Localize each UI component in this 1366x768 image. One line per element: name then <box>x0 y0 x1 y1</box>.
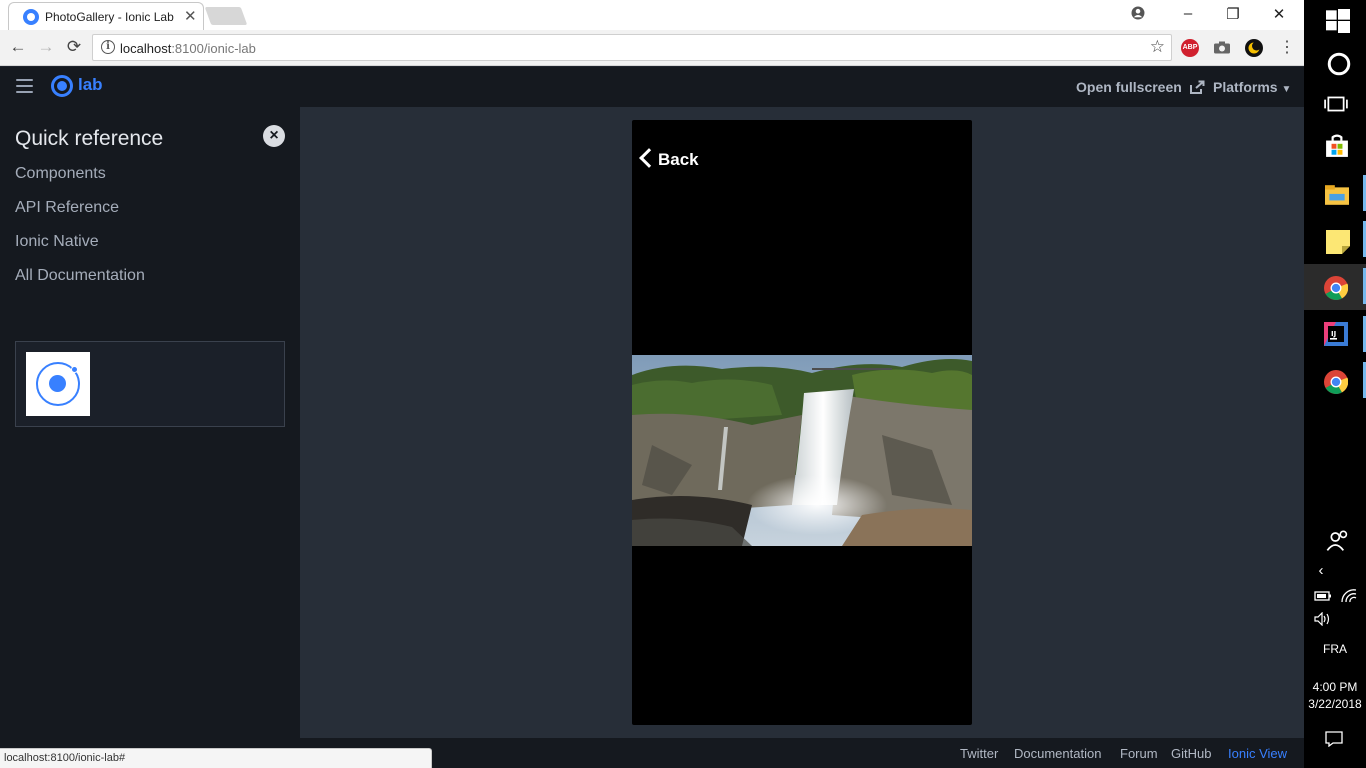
sidebar-link-api-reference[interactable]: API Reference <box>15 199 119 217</box>
status-url: localhost:8100/ionic-lab# <box>4 752 126 764</box>
store-icon[interactable] <box>1325 134 1349 158</box>
back-label: Back <box>658 150 699 169</box>
quick-reference-sidebar: Quick reference × Components API Referen… <box>0 107 300 738</box>
lab-header: lab Open fullscreen Platforms ▼ <box>0 67 1304 107</box>
footer-link-twitter[interactable]: Twitter <box>960 746 998 761</box>
ionic-card-logo <box>26 352 90 416</box>
tab-strip: PhotoGallery - Ionic Lab ✕ – ❐ ✕ <box>0 0 1304 30</box>
adblock-extension-icon[interactable]: ABP <box>1181 39 1199 57</box>
waterfall-image <box>632 355 972 546</box>
file-explorer-icon[interactable] <box>1325 183 1349 207</box>
cortana-icon[interactable] <box>1327 52 1351 76</box>
platforms-dropdown[interactable]: Platforms ▼ <box>1213 79 1291 95</box>
sidebar-title: Quick reference <box>15 127 164 150</box>
sticky-notes-icon[interactable] <box>1326 230 1350 254</box>
footer-link-documentation[interactable]: Documentation <box>1014 746 1101 761</box>
forward-arrow-icon[interactable]: → <box>36 37 56 57</box>
open-fullscreen-link[interactable]: Open fullscreen <box>1076 79 1205 95</box>
input-language[interactable]: FRA <box>1304 642 1366 656</box>
minimize-button[interactable]: – <box>1178 5 1198 22</box>
sidebar-link-ionic-native[interactable]: Ionic Native <box>15 233 99 251</box>
browser-window: PhotoGallery - Ionic Lab ✕ – ❐ ✕ ← → ⟳ i… <box>0 0 1304 768</box>
intellij-icon[interactable]: IJ <box>1324 322 1348 346</box>
site-info-icon[interactable]: i <box>101 40 115 54</box>
address-bar[interactable]: i localhost:8100/ionic-lab ☆ <box>92 34 1172 61</box>
url-path: :8100/ionic-lab <box>171 41 256 56</box>
clock-time[interactable]: 4:00 PM <box>1304 680 1366 694</box>
bookmark-star-icon[interactable]: ☆ <box>1150 37 1165 57</box>
browser-tab[interactable]: PhotoGallery - Ionic Lab ✕ <box>8 2 204 30</box>
battery-icon[interactable] <box>1314 590 1332 602</box>
footer-link-ionic-view[interactable]: Ionic View <box>1228 746 1287 761</box>
sidebar-link-components[interactable]: Components <box>15 165 106 183</box>
task-view-icon[interactable] <box>1324 92 1348 116</box>
reload-icon[interactable]: ⟳ <box>64 37 84 57</box>
profile-icon[interactable] <box>1131 6 1145 20</box>
volume-icon[interactable] <box>1314 612 1332 626</box>
people-icon[interactable] <box>1326 529 1350 553</box>
tab-close-icon[interactable]: ✕ <box>184 7 197 25</box>
lab-logo-text: lab <box>78 75 103 94</box>
windows-start-icon[interactable] <box>1326 9 1350 33</box>
browser-toolbar: ← → ⟳ i localhost:8100/ionic-lab ☆ ABP ⋮ <box>0 30 1304 66</box>
platforms-label: Platforms <box>1213 79 1278 95</box>
clock-date[interactable]: 3/22/2018 <box>1304 697 1366 711</box>
ionic-promo-card[interactable] <box>15 341 285 427</box>
url-text[interactable]: localhost:8100/ionic-lab <box>120 41 256 56</box>
wifi-icon[interactable] <box>1340 588 1358 604</box>
external-link-icon <box>1189 80 1205 94</box>
link-status-bubble: localhost:8100/ionic-lab# <box>0 748 432 768</box>
hamburger-menu-icon[interactable] <box>16 79 33 93</box>
url-host: localhost <box>120 41 172 56</box>
tab-title: PhotoGallery - Ionic Lab <box>45 10 174 24</box>
preview-stage: Back <box>300 107 1304 738</box>
ionic-ring-icon <box>36 362 80 406</box>
chrome-menu-icon[interactable]: ⋮ <box>1277 37 1297 57</box>
svg-text:IJ: IJ <box>1331 330 1336 338</box>
waterfall-photo[interactable] <box>632 355 972 546</box>
back-arrow-icon[interactable]: ← <box>8 37 28 57</box>
sidebar-link-all-documentation[interactable]: All Documentation <box>15 267 145 285</box>
action-center-icon[interactable] <box>1325 731 1343 747</box>
chrome-second-icon[interactable] <box>1324 370 1348 394</box>
restore-button[interactable]: ❐ <box>1223 5 1243 23</box>
ionic-favicon-icon <box>23 9 39 25</box>
new-tab-button[interactable] <box>204 7 248 25</box>
footer-link-github[interactable]: GitHub <box>1171 746 1211 761</box>
chevron-left-icon <box>639 148 659 168</box>
device-preview: Back <box>632 120 972 725</box>
caret-down-icon: ▼ <box>1281 84 1292 95</box>
show-hidden-icons-chevron[interactable]: ‹ <box>1290 562 1352 579</box>
ionic-logo-icon <box>51 75 73 97</box>
moon-extension-icon[interactable] <box>1245 39 1263 57</box>
chrome-icon[interactable] <box>1324 276 1348 300</box>
open-fullscreen-label: Open fullscreen <box>1076 79 1182 95</box>
footer-link-forum[interactable]: Forum <box>1120 746 1158 761</box>
camera-extension-icon[interactable] <box>1214 41 1230 54</box>
windows-taskbar: IJ ‹ FRA 4:00 PM 3/22/2018 <box>1304 0 1366 768</box>
close-window-button[interactable]: ✕ <box>1269 5 1289 23</box>
sidebar-close-icon[interactable]: × <box>263 125 285 147</box>
